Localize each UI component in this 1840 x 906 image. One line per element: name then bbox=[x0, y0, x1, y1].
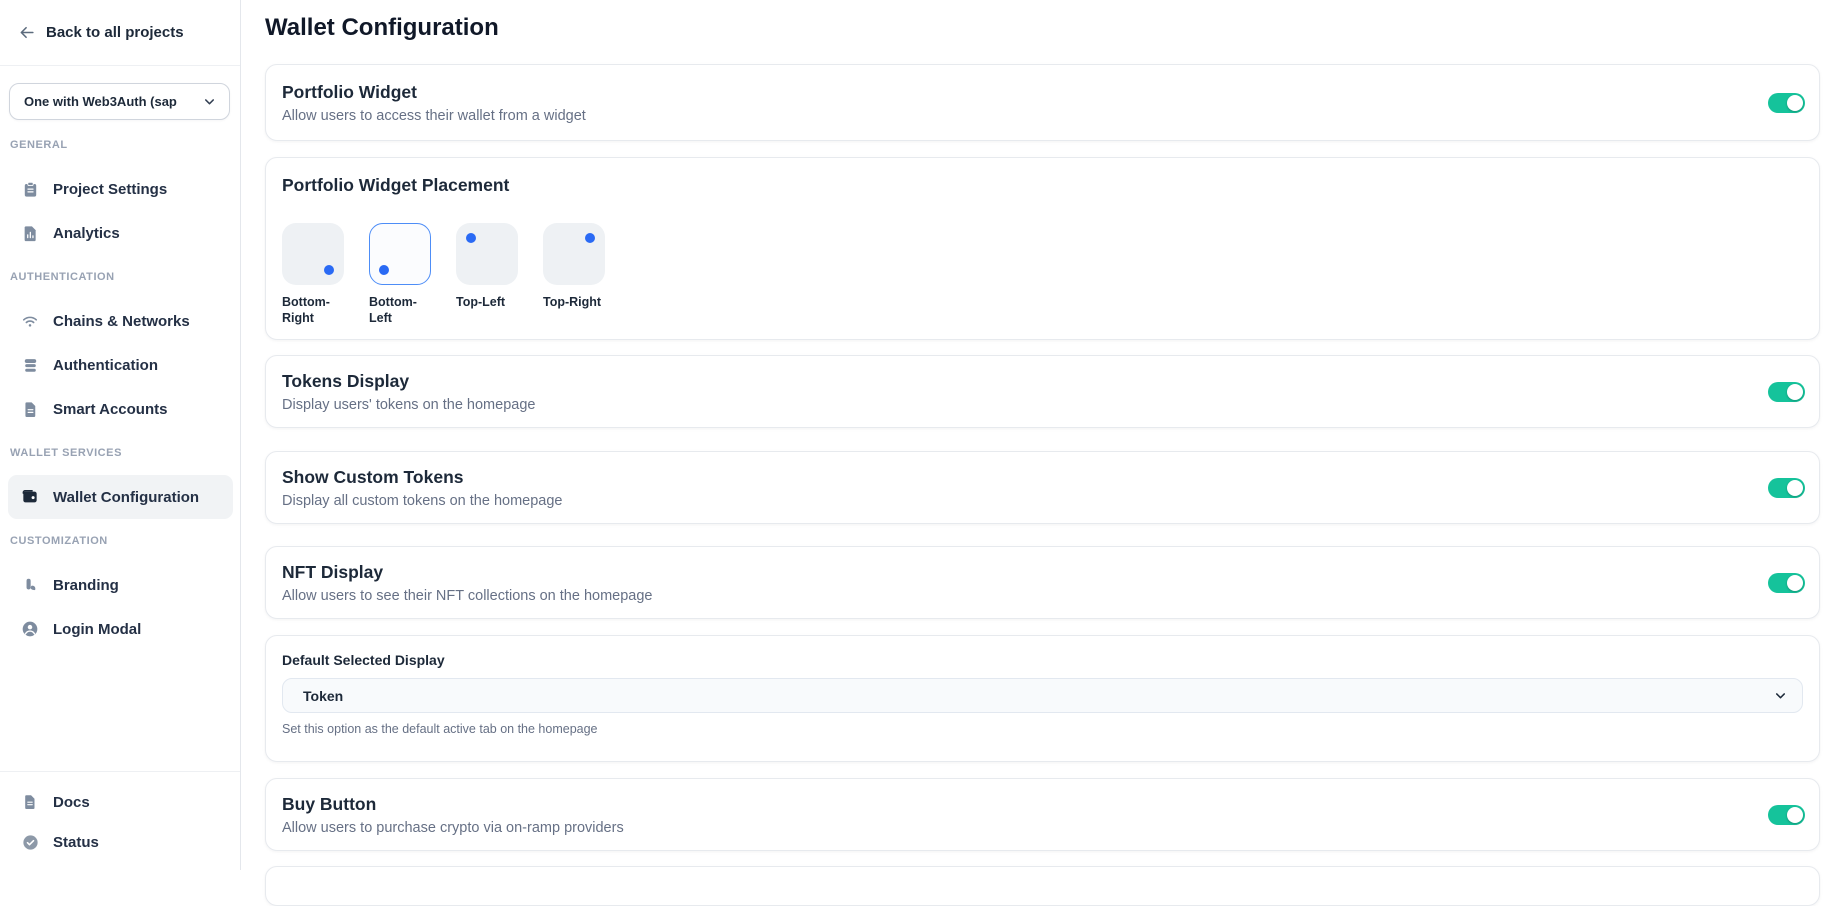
partial-card bbox=[265, 866, 1820, 906]
buy-button-title: Buy Button bbox=[282, 794, 624, 815]
project-selector-value: One with Web3Auth (sap bbox=[24, 94, 177, 109]
placement-tile bbox=[282, 223, 344, 285]
chevron-down-icon bbox=[1773, 688, 1788, 703]
buy-button-description: Allow users to purchase crypto via on-ra… bbox=[282, 820, 624, 836]
default-display-select[interactable]: Token bbox=[282, 678, 1803, 713]
tokens-display-description: Display users' tokens on the homepage bbox=[282, 397, 535, 413]
placement-option-top-right[interactable]: Top-Right bbox=[543, 223, 607, 327]
back-to-projects-link[interactable]: Back to all projects bbox=[0, 0, 240, 66]
database-stack-icon bbox=[20, 355, 40, 375]
project-selector[interactable]: One with Web3Auth (sap bbox=[9, 83, 230, 120]
portfolio-widget-title: Portfolio Widget bbox=[282, 82, 586, 103]
placement-dot-icon bbox=[585, 233, 595, 243]
sidebar-footer: Docs Status bbox=[0, 771, 240, 870]
section-label-general: GENERAL bbox=[0, 139, 78, 151]
docs-icon bbox=[20, 792, 40, 812]
page-title: Wallet Configuration bbox=[265, 14, 499, 42]
default-selected-display-card: Default Selected Display Token Set this … bbox=[265, 635, 1820, 762]
default-display-value: Token bbox=[303, 688, 343, 704]
nft-display-toggle[interactable] bbox=[1768, 573, 1805, 593]
sidebar-item-smart-accounts[interactable]: Smart Accounts bbox=[8, 387, 233, 431]
main-content: Wallet Configuration Portfolio Widget Al… bbox=[241, 0, 1840, 870]
portfolio-widget-toggle[interactable] bbox=[1768, 93, 1805, 113]
sidebar-item-chains-networks[interactable]: Chains & Networks bbox=[8, 299, 233, 343]
placement-option-top-left[interactable]: Top-Left bbox=[456, 223, 520, 327]
placement-option-bottom-right[interactable]: Bottom-Right bbox=[282, 223, 346, 327]
file-icon bbox=[20, 399, 40, 419]
section-label-wallet-services: WALLET SERVICES bbox=[0, 447, 132, 459]
portfolio-widget-card: Portfolio Widget Allow users to access t… bbox=[265, 64, 1820, 141]
buy-button-card: Buy Button Allow users to purchase crypt… bbox=[265, 778, 1820, 851]
buy-button-toggle[interactable] bbox=[1768, 805, 1805, 825]
sidebar-item-authentication[interactable]: Authentication bbox=[8, 343, 233, 387]
placement-dot-icon bbox=[466, 233, 476, 243]
sidebar-item-login-modal[interactable]: Login Modal bbox=[8, 607, 233, 651]
clipboard-icon bbox=[20, 179, 40, 199]
nft-display-title: NFT Display bbox=[282, 562, 652, 583]
portfolio-widget-description: Allow users to access their wallet from … bbox=[282, 108, 586, 124]
sidebar-item-status[interactable]: Status bbox=[8, 822, 233, 862]
tokens-display-title: Tokens Display bbox=[282, 371, 535, 392]
placement-dot-icon bbox=[379, 265, 389, 275]
section-label-customization: CUSTOMIZATION bbox=[0, 535, 118, 547]
status-check-icon bbox=[20, 832, 40, 852]
default-display-helper: Set this option as the default active ta… bbox=[282, 722, 1803, 736]
arrow-left-icon bbox=[16, 23, 36, 43]
placement-tile-selected bbox=[369, 223, 431, 285]
sidebar-item-project-settings[interactable]: Project Settings bbox=[8, 167, 233, 211]
paint-brush-icon bbox=[20, 575, 40, 595]
placement-dot-icon bbox=[324, 265, 334, 275]
sidebar-item-branding[interactable]: Branding bbox=[8, 563, 233, 607]
show-custom-tokens-card: Show Custom Tokens Display all custom to… bbox=[265, 451, 1820, 524]
sidebar-item-analytics[interactable]: Analytics bbox=[8, 211, 233, 255]
analytics-doc-icon bbox=[20, 223, 40, 243]
sidebar-nav: GENERAL Project Settings Analytics AUTHE… bbox=[0, 123, 240, 651]
placement-tile bbox=[543, 223, 605, 285]
chevron-down-icon bbox=[202, 94, 217, 109]
placement-tile bbox=[456, 223, 518, 285]
section-label-authentication: AUTHENTICATION bbox=[0, 271, 125, 283]
nft-display-card: NFT Display Allow users to see their NFT… bbox=[265, 546, 1820, 619]
nft-display-description: Allow users to see their NFT collections… bbox=[282, 588, 652, 604]
show-custom-tokens-description: Display all custom tokens on the homepag… bbox=[282, 493, 563, 509]
tokens-display-toggle[interactable] bbox=[1768, 382, 1805, 402]
user-circle-icon bbox=[20, 619, 40, 639]
placement-title: Portfolio Widget Placement bbox=[282, 175, 1803, 196]
wifi-icon bbox=[20, 311, 40, 331]
tokens-display-card: Tokens Display Display users' tokens on … bbox=[265, 355, 1820, 428]
sidebar: Back to all projects One with Web3Auth (… bbox=[0, 0, 241, 870]
portfolio-widget-placement-card: Portfolio Widget Placement Bottom-Right … bbox=[265, 157, 1820, 340]
sidebar-item-wallet-configuration[interactable]: Wallet Configuration bbox=[8, 475, 233, 519]
show-custom-tokens-toggle[interactable] bbox=[1768, 478, 1805, 498]
sidebar-item-docs[interactable]: Docs bbox=[8, 782, 233, 822]
placement-option-bottom-left[interactable]: Bottom-Left bbox=[369, 223, 433, 327]
wallet-icon bbox=[20, 487, 40, 507]
show-custom-tokens-title: Show Custom Tokens bbox=[282, 467, 563, 488]
placement-options: Bottom-Right Bottom-Left Top-Left Top-Ri… bbox=[282, 223, 1803, 327]
default-display-label: Default Selected Display bbox=[282, 652, 1803, 668]
back-label: Back to all projects bbox=[46, 24, 184, 41]
